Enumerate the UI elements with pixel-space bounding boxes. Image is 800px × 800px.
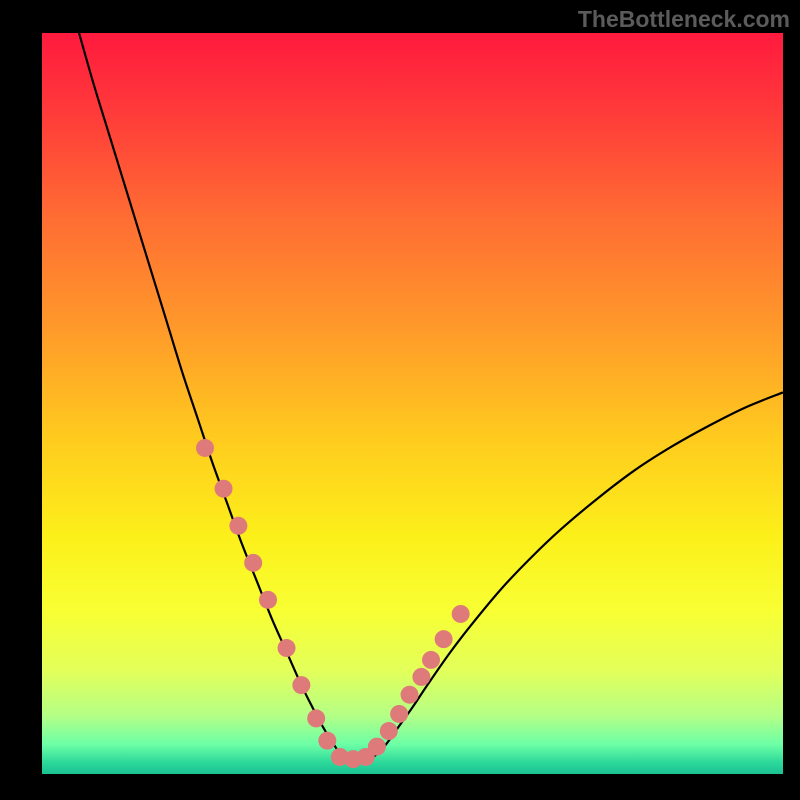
scatter-dot <box>244 554 262 572</box>
scatter-dot <box>196 439 214 457</box>
scatter-dot <box>422 651 440 669</box>
scatter-dot <box>229 517 247 535</box>
chart-svg <box>42 33 783 774</box>
scatter-dot <box>368 738 386 756</box>
scatter-dot <box>318 732 336 750</box>
scatter-dot <box>278 639 296 657</box>
scatter-dot <box>259 591 277 609</box>
chart-outer-frame: TheBottleneck.com <box>0 0 800 800</box>
scatter-dot <box>390 705 408 723</box>
watermark-text: TheBottleneck.com <box>578 6 790 33</box>
scatter-dot <box>292 676 310 694</box>
scatter-dot <box>435 630 453 648</box>
scatter-dot <box>401 686 419 704</box>
scatter-dot <box>215 480 233 498</box>
scatter-dot <box>380 722 398 740</box>
scatter-dot <box>452 605 470 623</box>
plot-area <box>42 33 783 774</box>
gradient-rect <box>42 33 783 774</box>
scatter-dot <box>412 668 430 686</box>
scatter-dot <box>307 709 325 727</box>
